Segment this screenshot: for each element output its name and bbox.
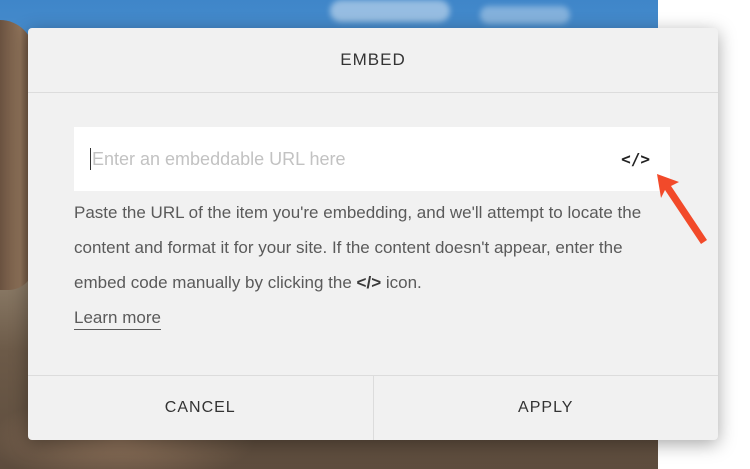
help-code-glyph: </> xyxy=(356,273,382,292)
dialog-header: EMBED xyxy=(28,28,718,93)
dialog-footer: CANCEL APPLY xyxy=(28,375,718,440)
learn-more-link[interactable]: Learn more xyxy=(74,308,161,330)
screen: EMBED </> Paste the URL of the item you'… xyxy=(0,0,750,469)
embed-dialog: EMBED </> Paste the URL of the item you'… xyxy=(28,28,718,440)
arrow-icon xyxy=(657,174,707,244)
cancel-button[interactable]: CANCEL xyxy=(28,376,374,440)
url-input[interactable] xyxy=(92,148,612,170)
background-cloud xyxy=(330,0,450,22)
dialog-title: EMBED xyxy=(340,50,406,69)
dialog-body: </> Paste the URL of the item you're emb… xyxy=(28,93,718,343)
text-caret xyxy=(90,148,91,170)
background-cloud xyxy=(480,6,570,24)
url-field[interactable]: </> xyxy=(74,127,670,191)
help-text-part2: icon. xyxy=(381,273,422,292)
apply-button[interactable]: APPLY xyxy=(374,376,719,440)
help-text: Paste the URL of the item you're embeddi… xyxy=(74,195,674,335)
code-icon[interactable]: </> xyxy=(621,150,650,169)
